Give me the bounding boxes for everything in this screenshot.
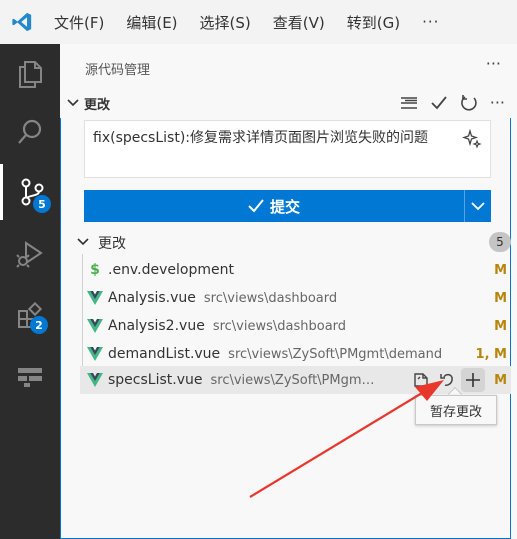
file-row[interactable]: specsList.vue src\views\ZySoft\PMgmt\s..…	[80, 366, 511, 394]
stage-changes-icon[interactable]	[461, 368, 485, 392]
file-row[interactable]: $ .env.development M	[80, 256, 511, 284]
changes-count-badge: 5	[489, 232, 511, 252]
extensions-icon[interactable]: 2	[0, 288, 60, 344]
changes-label: 更改	[98, 236, 126, 252]
commit-button-label: 提交	[269, 197, 300, 216]
menu-edit[interactable]: 编辑(E)	[126, 12, 177, 33]
stage-changes-tooltip: 暂存更改	[415, 395, 497, 425]
explorer-icon[interactable]	[0, 46, 60, 102]
search-icon[interactable]	[0, 104, 60, 160]
file-path: src\views\ZySoft\PMgmt\demand	[228, 346, 443, 362]
chevron-down-icon	[67, 99, 79, 107]
refresh-icon[interactable]	[460, 94, 478, 112]
sparkle-icon[interactable]	[462, 129, 482, 149]
file-status: M	[494, 290, 507, 306]
title-bar: 文件(F) 编辑(E) 选择(S) 查看(V) 转到(G) ···	[0, 0, 517, 44]
commit-check-icon[interactable]	[430, 95, 448, 111]
remote-explorer-icon[interactable]	[0, 348, 60, 404]
vscode-logo-icon[interactable]	[0, 0, 44, 44]
commit-message-input[interactable]: fix(specsList):修复需求详情页面图片浏览失败的问题	[84, 120, 491, 178]
file-status: M	[494, 318, 507, 334]
env-file-icon: $	[90, 262, 100, 278]
sidebar-more-icon[interactable]: ···	[486, 54, 501, 73]
section-label: 更改	[84, 98, 111, 113]
chevron-down-icon	[471, 202, 485, 211]
file-path: src\views\dashboard	[212, 318, 347, 334]
source-control-icon[interactable]: 5	[0, 164, 60, 220]
changes-section-header[interactable]: 更改 ···	[60, 90, 517, 118]
file-name: Analysis.vue	[108, 290, 196, 306]
file-row[interactable]: Analysis2.vue src\views\dashboard M	[80, 312, 511, 340]
commit-dropdown-button[interactable]	[464, 190, 491, 222]
changes-group[interactable]: 更改 5	[60, 230, 511, 254]
file-row[interactable]: Analysis.vue src\views\dashboard M	[80, 284, 511, 312]
file-name: demandList.vue	[108, 346, 221, 362]
commit-message-text: fix(specsList):修复需求详情页面图片浏览失败的问题	[93, 130, 429, 146]
file-name: Analysis2.vue	[108, 318, 205, 334]
run-debug-icon[interactable]	[0, 226, 60, 282]
file-status: 1, M	[475, 346, 507, 362]
chevron-down-icon	[77, 238, 89, 246]
section-more-icon[interactable]: ···	[490, 93, 505, 112]
menu-go[interactable]: 转到(G)	[347, 12, 400, 33]
sidebar-title: 源代码管理	[85, 63, 151, 78]
file-path: src\views\dashboard	[203, 290, 338, 306]
commit-button[interactable]: 提交	[84, 190, 464, 222]
extensions-badge: 2	[30, 316, 48, 334]
file-name: .env.development	[108, 262, 234, 278]
menu-selection[interactable]: 选择(S)	[200, 12, 251, 33]
file-status: M	[494, 372, 507, 388]
source-control-sidebar: 源代码管理 ··· 更改 ··· fix(specsList):修复需求详情页面…	[60, 44, 517, 539]
activity-bar: 5 2	[0, 44, 60, 539]
menu-view[interactable]: 查看(V)	[273, 12, 325, 33]
view-as-tree-icon[interactable]	[400, 95, 418, 111]
check-icon	[248, 199, 264, 213]
open-file-icon[interactable]	[409, 368, 433, 392]
scm-badge: 5	[33, 195, 51, 213]
file-name: specsList.vue	[108, 372, 203, 388]
vue-file-icon	[86, 291, 104, 305]
file-status: M	[494, 262, 507, 278]
vue-file-icon	[86, 319, 104, 333]
file-row[interactable]: demandList.vue src\views\ZySoft\PMgmt\de…	[80, 340, 511, 368]
vue-file-icon	[86, 347, 104, 361]
vue-file-icon	[86, 373, 104, 387]
menu-file[interactable]: 文件(F)	[54, 12, 104, 33]
file-path: src\views\ZySoft\PMgmt\s...	[210, 372, 379, 388]
menu-more-icon[interactable]: ···	[422, 13, 439, 31]
